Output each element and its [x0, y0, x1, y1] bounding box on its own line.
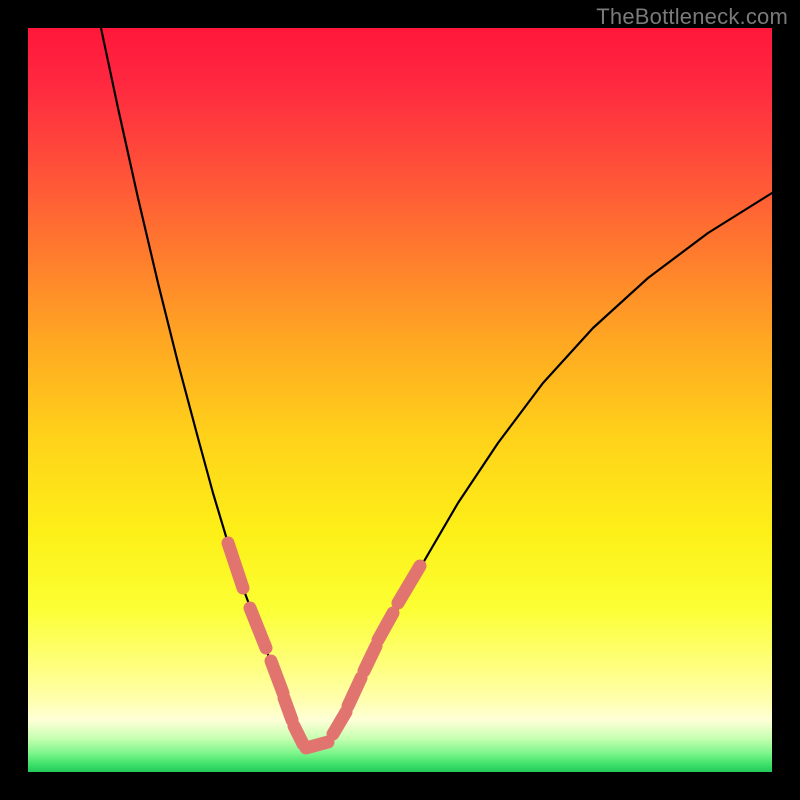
bottleneck-chart [28, 28, 772, 772]
highlight-segment [306, 742, 328, 748]
highlight-segment [284, 698, 292, 720]
gradient-bg [28, 28, 772, 772]
frame: TheBottleneck.com [0, 0, 800, 800]
plot-area [28, 28, 772, 772]
watermark-text: TheBottleneck.com [596, 4, 788, 30]
highlight-segment [294, 726, 303, 744]
